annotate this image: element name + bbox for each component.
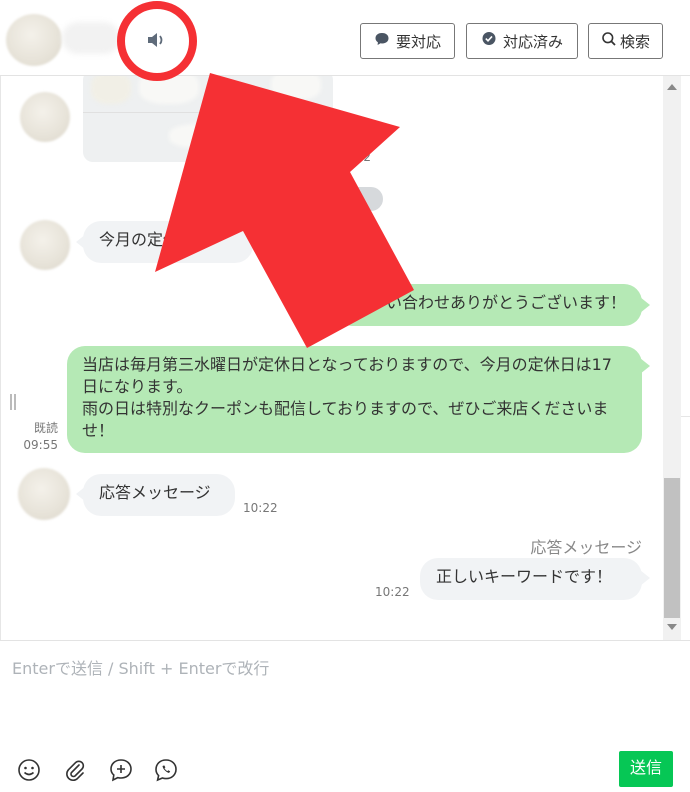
incoming-message[interactable]: 応答メッセージ bbox=[83, 474, 235, 516]
contact-name bbox=[62, 22, 120, 54]
read-label: 既読 bbox=[33, 421, 58, 435]
needs-action-label: 要対応 bbox=[395, 33, 441, 51]
outgoing-message[interactable]: 当店は毎月第三水曜日が定休日となっておりますので、今月の定休日は17日になります… bbox=[67, 346, 642, 453]
scroll-down-arrow[interactable] bbox=[667, 624, 677, 630]
search-label: 検索 bbox=[619, 33, 650, 51]
search-button[interactable]: 検索 bbox=[588, 23, 663, 59]
plus-bubble-icon[interactable] bbox=[108, 757, 134, 783]
needs-action-button[interactable]: 要対応 bbox=[360, 23, 455, 59]
sender-avatar bbox=[20, 92, 70, 142]
resolved-label: 対応済み bbox=[502, 33, 563, 51]
scroll-up-arrow[interactable] bbox=[667, 84, 677, 90]
image-divider bbox=[83, 112, 333, 113]
read-time: 09:55 bbox=[23, 438, 58, 452]
image-message[interactable] bbox=[83, 76, 333, 162]
image-content bbox=[139, 76, 199, 104]
chat-scrollbar[interactable] bbox=[663, 76, 681, 640]
left-border bbox=[0, 76, 1, 640]
scroll-thumb[interactable] bbox=[664, 478, 680, 618]
image-content bbox=[271, 76, 321, 100]
resolved-button[interactable]: 対応済み bbox=[466, 23, 578, 59]
message-time: 10:22 bbox=[243, 501, 278, 515]
check-bubble-icon bbox=[481, 31, 497, 51]
image-content bbox=[91, 76, 131, 104]
send-button[interactable]: 送信 bbox=[619, 751, 673, 787]
speaker-icon[interactable] bbox=[146, 30, 168, 50]
message-input[interactable] bbox=[0, 641, 690, 741]
bubble-tail bbox=[640, 570, 650, 586]
panel-divider bbox=[681, 416, 690, 417]
phone-bubble-icon[interactable] bbox=[153, 757, 179, 783]
chat-header: 要対応 対応済み 検索 bbox=[0, 0, 690, 76]
sender-avatar bbox=[18, 468, 70, 520]
outgoing-message[interactable]: 正しいキーワードです！ bbox=[420, 558, 642, 600]
message-composer: 送信 bbox=[0, 640, 690, 792]
read-status: 既読 09:55 bbox=[14, 420, 58, 454]
bubble-tail bbox=[640, 358, 650, 374]
message-time: 10:22 bbox=[375, 585, 410, 599]
incoming-message[interactable]: 今月の定休日は bbox=[83, 221, 253, 263]
drag-handle-icon[interactable] bbox=[10, 394, 16, 410]
paperclip-icon[interactable] bbox=[62, 757, 88, 783]
bubble-tail bbox=[640, 297, 650, 313]
image-content bbox=[169, 124, 239, 148]
image-time: 6:22 bbox=[344, 150, 371, 164]
smile-icon[interactable] bbox=[16, 757, 42, 783]
message-list[interactable]: 6:22 日 今月の定休日は い合わせありがとうございます！ 既読 09:55 … bbox=[0, 76, 690, 640]
sender-avatar bbox=[20, 220, 70, 270]
date-pill: 日 bbox=[315, 187, 383, 211]
outgoing-message[interactable]: い合わせありがとうございます！ bbox=[334, 284, 642, 326]
contact-avatar[interactable] bbox=[6, 14, 62, 66]
response-type-label: 応答メッセージ bbox=[530, 538, 642, 557]
speech-bubble-icon bbox=[374, 31, 390, 51]
search-icon bbox=[601, 31, 617, 51]
